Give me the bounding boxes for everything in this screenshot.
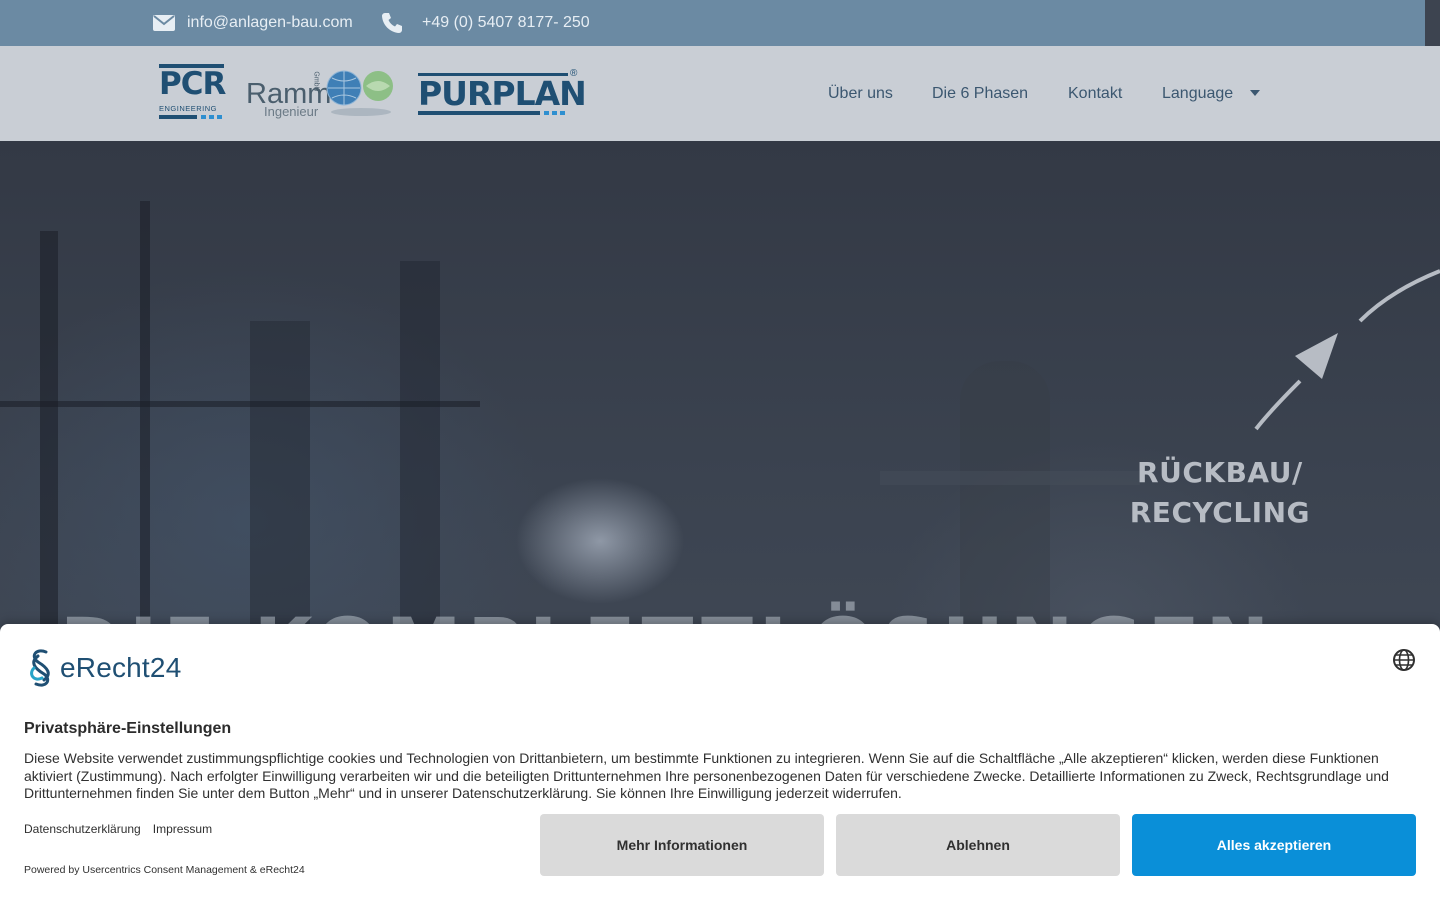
site-header: PCR ENGINEERING Ramm GmbH Ingenieur PURP… xyxy=(0,46,1440,141)
phone-text[interactable]: +49 (0) 5407 8177- 250 xyxy=(422,14,590,32)
nav-item-ueber-uns[interactable]: Über uns xyxy=(828,85,893,103)
main-nav: Über uns Die 6 Phasen Kontakt Language xyxy=(0,46,1440,141)
nav-item-die-6-phasen[interactable]: Die 6 Phasen xyxy=(932,85,1028,103)
phone-contact[interactable]: +49 (0) 5407 8177- 250 xyxy=(380,0,590,46)
top-info-bar: info@anlagen-bau.com +49 (0) 5407 8177- … xyxy=(0,0,1425,46)
erecht24-brand-text: eRecht24 xyxy=(60,652,182,683)
hero-structure-pipe xyxy=(880,471,1140,485)
consent-description: Diese Website verwendet zustimmungspflic… xyxy=(24,750,1389,801)
accept-all-button[interactable]: Alles akzeptieren xyxy=(1132,814,1416,876)
privacy-policy-link[interactable]: Datenschutzerklärung xyxy=(24,822,141,836)
phone-icon xyxy=(380,11,404,35)
section-sign-icon xyxy=(30,649,50,687)
language-label: Language xyxy=(1162,84,1234,102)
decline-button[interactable]: Ablehnen xyxy=(836,814,1120,876)
consent-links: Datenschutzerklärung Impressum xyxy=(24,822,212,836)
phase-label-line2: RECYCLING xyxy=(1129,496,1310,529)
cookie-consent-banner: eRecht24 Privatsphäre-Einstellungen Dies… xyxy=(0,624,1440,900)
envelope-icon xyxy=(153,15,175,31)
consent-title: Privatsphäre-Einstellungen xyxy=(24,720,232,737)
imprint-link[interactable]: Impressum xyxy=(153,822,212,836)
powered-by-text: Powered by Usercentrics Consent Manageme… xyxy=(24,864,305,876)
more-information-button[interactable]: Mehr Informationen xyxy=(540,814,824,876)
phase-label: RÜCKBAU/ RECYCLING xyxy=(1130,453,1310,533)
phase-label-line1: RÜCKBAU/ xyxy=(1137,456,1303,489)
nav-item-kontakt[interactable]: Kontakt xyxy=(1068,85,1122,103)
nav-item-language[interactable]: Language xyxy=(1162,85,1260,103)
chevron-down-icon xyxy=(1249,90,1260,97)
email-contact[interactable]: info@anlagen-bau.com xyxy=(153,0,353,46)
erecht24-logo: eRecht24 xyxy=(24,648,181,688)
globe-icon[interactable] xyxy=(1392,648,1416,672)
hero-structure-beam xyxy=(0,401,480,407)
email-text[interactable]: info@anlagen-bau.com xyxy=(187,14,353,32)
